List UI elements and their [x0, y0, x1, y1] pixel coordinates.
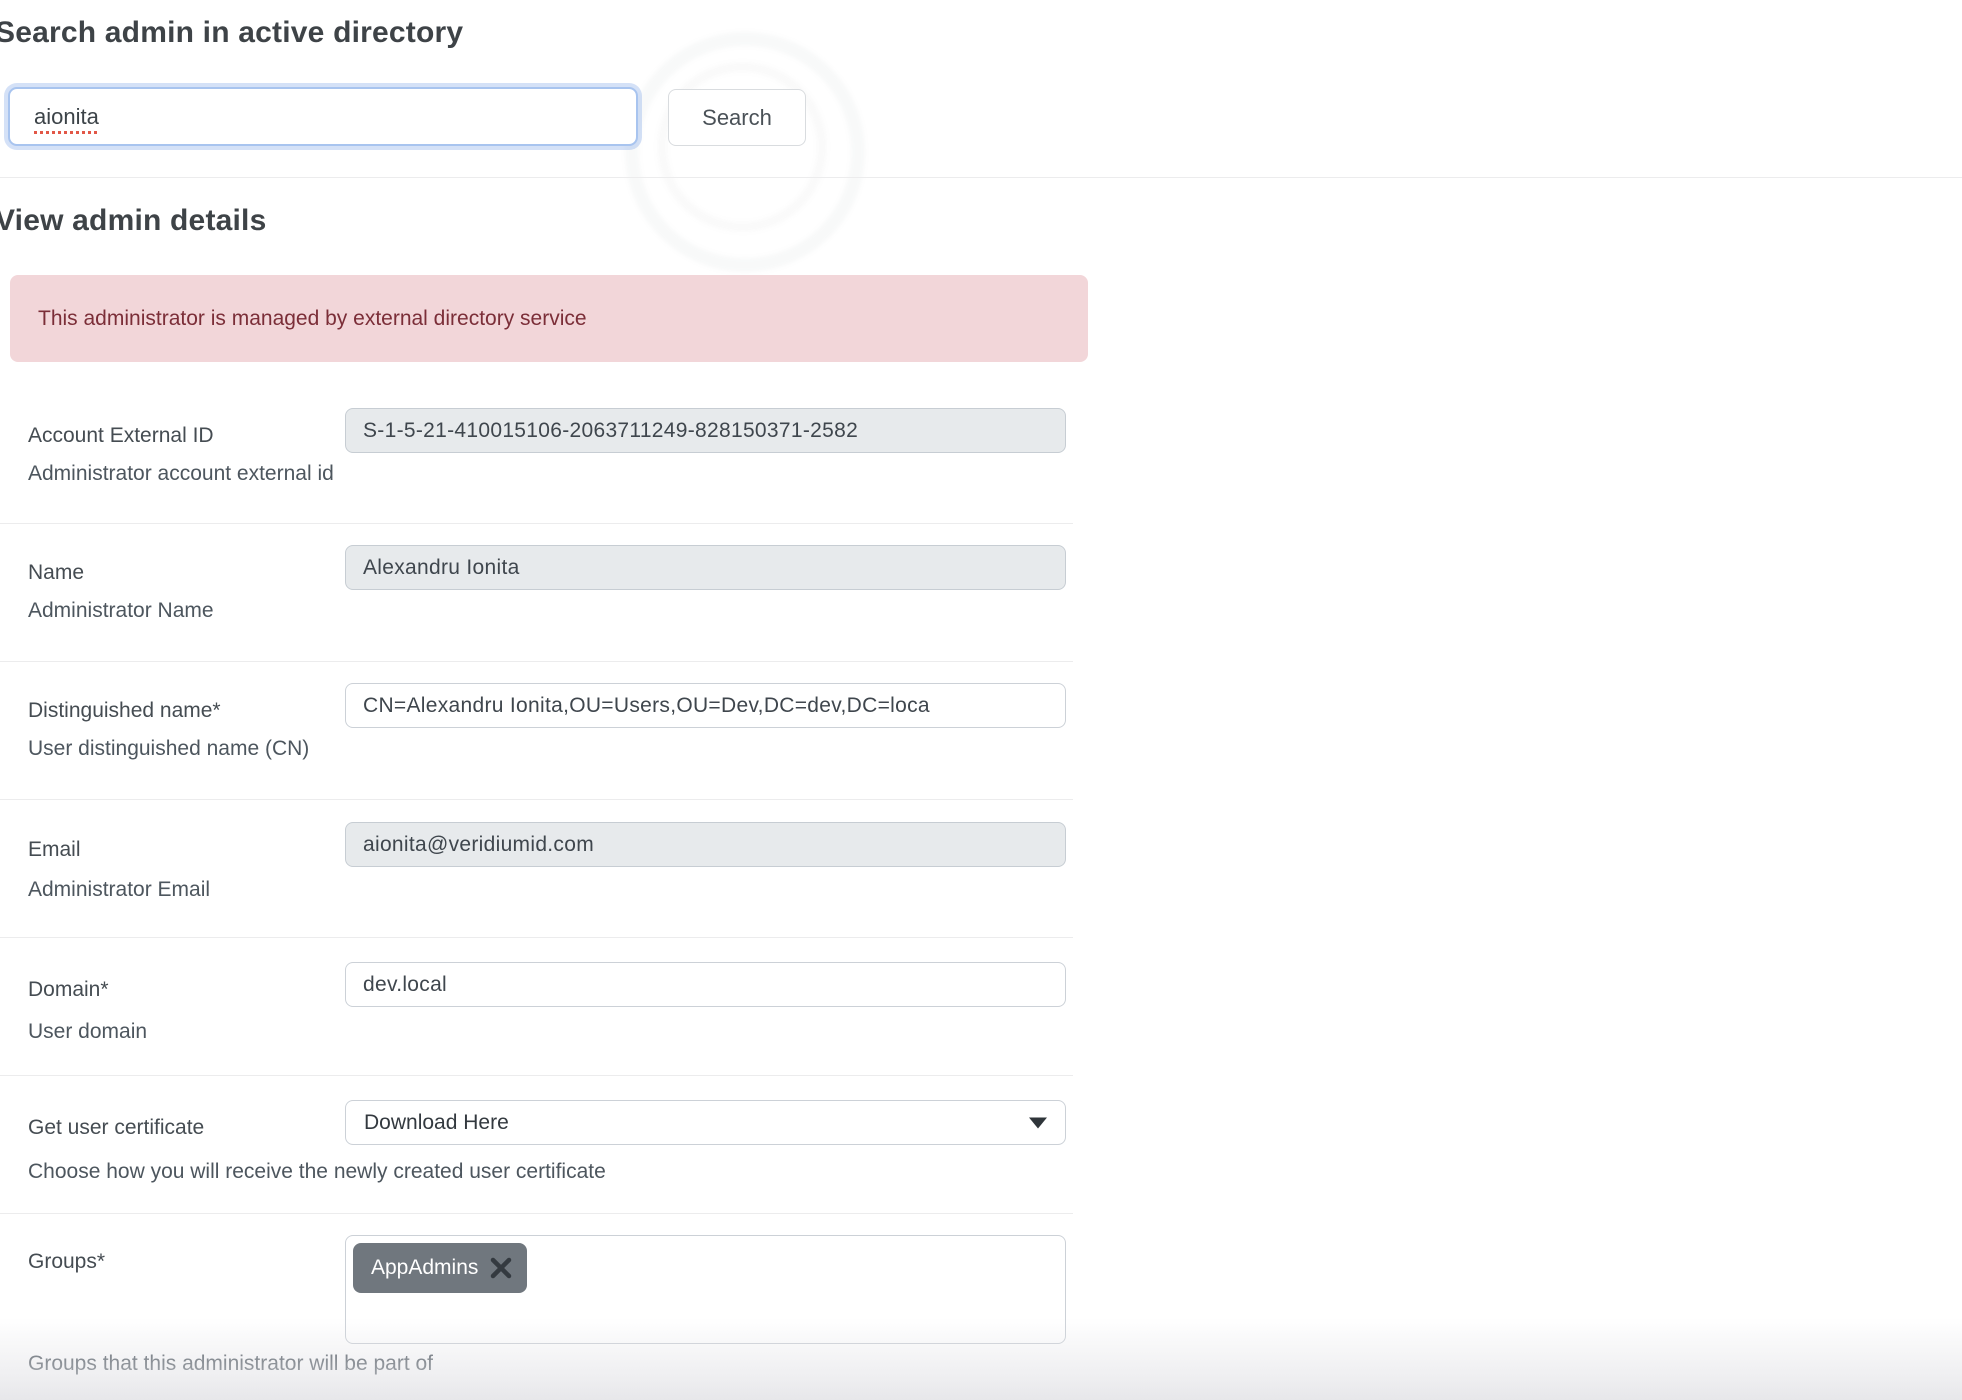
row-divider: [0, 1213, 1073, 1214]
row-divider: [0, 523, 1073, 524]
field-helper-distinguished-name: User distinguished name (CN): [28, 737, 309, 761]
certificate-select[interactable]: Download Here: [345, 1100, 1066, 1145]
admin-search-input-value: aionita: [34, 104, 99, 130]
name-input: [345, 545, 1066, 590]
search-button[interactable]: Search: [668, 89, 806, 146]
field-label-email: Email: [28, 838, 81, 862]
details-section-title: View admin details: [0, 204, 266, 238]
external-directory-alert: This administrator is managed by externa…: [10, 275, 1088, 362]
groups-multiselect[interactable]: AppAdmins: [345, 1235, 1066, 1344]
field-helper-certificate: Choose how you will receive the newly cr…: [28, 1160, 606, 1184]
account-external-id-input: [345, 408, 1066, 453]
row-divider: [0, 1075, 1073, 1076]
row-divider: [0, 661, 1073, 662]
field-label-certificate: Get user certificate: [28, 1116, 204, 1140]
field-label-name: Name: [28, 561, 84, 585]
field-helper-email: Administrator Email: [28, 878, 210, 902]
page: Search admin in active directory aionita…: [0, 0, 1962, 1400]
watermark-ring-icon: [625, 32, 865, 272]
remove-tag-icon[interactable]: [488, 1255, 514, 1281]
field-label-account-external-id: Account External ID: [28, 424, 214, 448]
group-tag: AppAdmins: [353, 1243, 527, 1293]
field-label-groups: Groups*: [28, 1250, 105, 1274]
row-divider: [0, 799, 1073, 800]
distinguished-name-input[interactable]: [345, 683, 1066, 728]
admin-search-input[interactable]: aionita: [8, 87, 638, 146]
section-divider: [0, 177, 1962, 178]
domain-input[interactable]: [345, 962, 1066, 1007]
chevron-down-icon: [1029, 1117, 1047, 1128]
email-input: [345, 822, 1066, 867]
certificate-select-value: Download Here: [364, 1111, 509, 1135]
field-label-domain: Domain*: [28, 978, 109, 1002]
group-tag-label: AppAdmins: [371, 1256, 478, 1280]
row-divider: [0, 937, 1073, 938]
field-helper-domain: User domain: [28, 1020, 147, 1044]
field-helper-name: Administrator Name: [28, 599, 214, 623]
field-label-distinguished-name: Distinguished name*: [28, 699, 221, 723]
search-section-title: Search admin in active directory: [0, 16, 463, 50]
watermark-ring-icon: [657, 62, 827, 232]
field-helper-account-external-id: Administrator account external id: [28, 462, 334, 486]
field-helper-groups: Groups that this administrator will be p…: [28, 1352, 433, 1376]
